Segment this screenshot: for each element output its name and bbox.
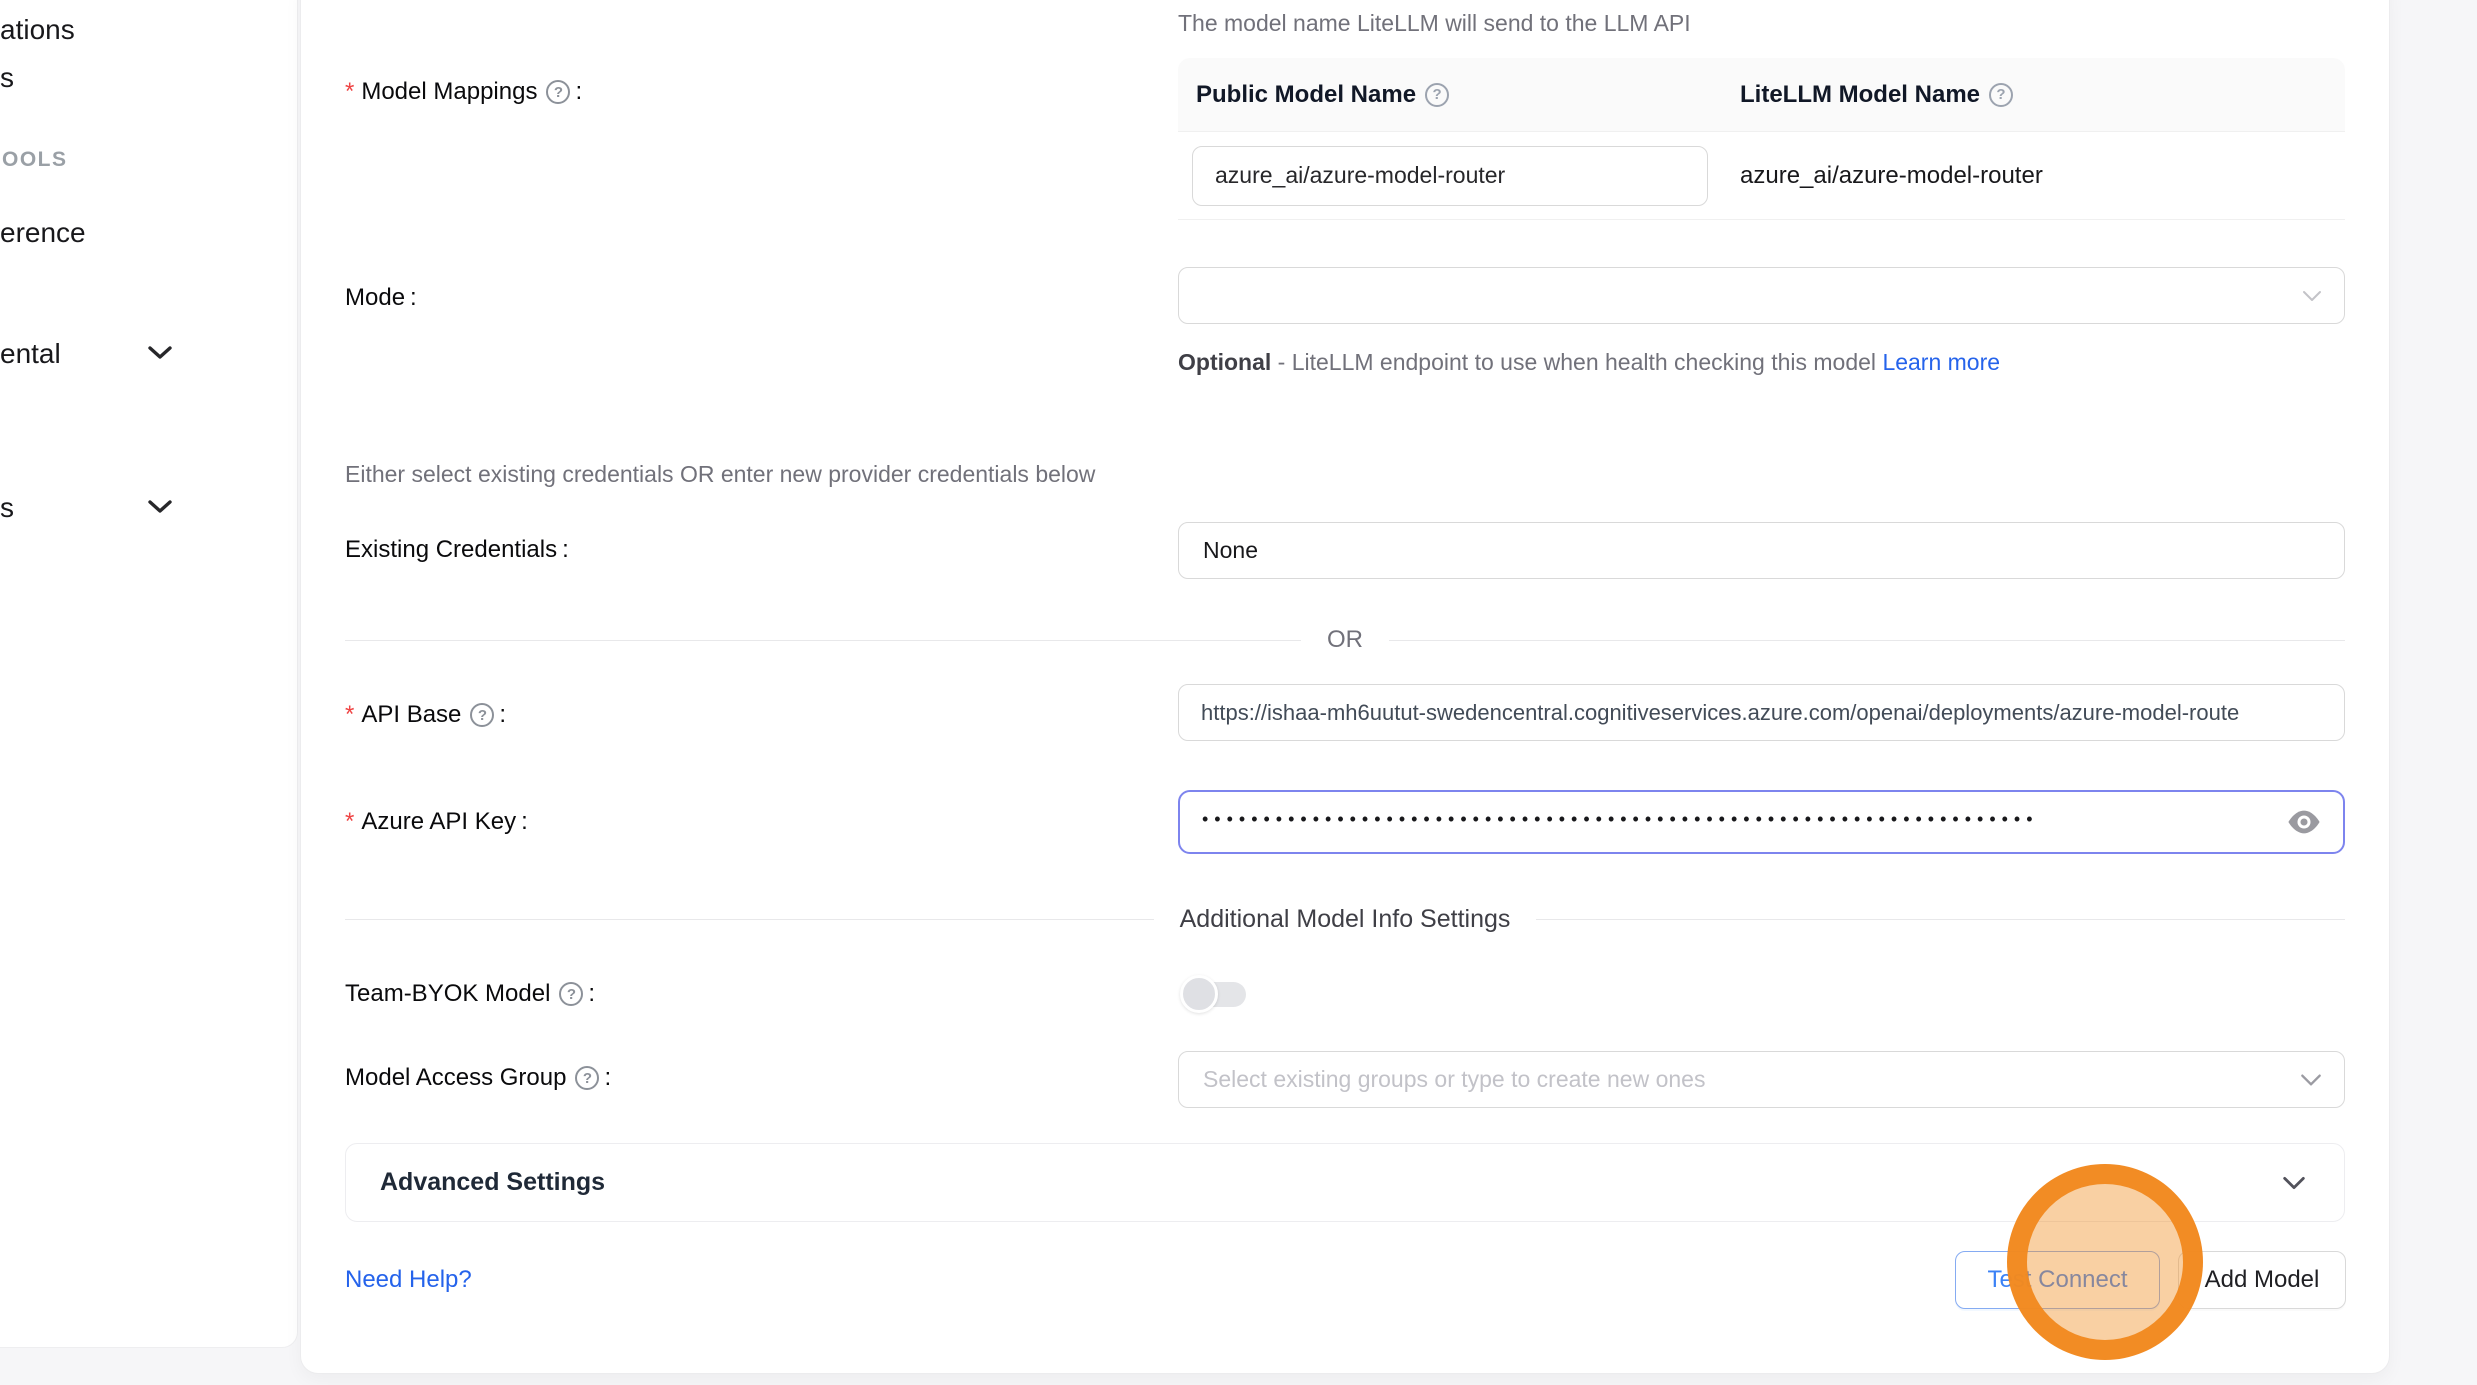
sidebar [0,0,298,1348]
additional-info-divider: Additional Model Info Settings [345,906,2345,932]
or-text: OR [1327,626,1363,654]
api-base-label: * API Base ? : [345,700,506,730]
hint-text: - LiteLLM endpoint to use when health ch… [1271,349,1882,375]
help-icon[interactable]: ? [546,80,570,104]
select-placeholder: Select existing groups or type to create… [1203,1066,1705,1093]
mode-label: Mode : [345,283,417,313]
model-mappings-table: Public Model Name ? LiteLLM Model Name ?… [1178,58,2345,220]
table-header-row: Public Model Name ? LiteLLM Model Name ? [1178,58,2345,132]
label-text: Mode [345,284,405,312]
litellm-model-name-value: azure_ai/azure-model-router [1740,162,2043,190]
label-text: Azure API Key [361,808,516,836]
azure-api-key-label: * Azure API Key : [345,807,528,837]
credentials-note: Either select existing credentials OR en… [345,461,1095,488]
sidebar-item-label: s [0,492,14,524]
label-colon: : [562,536,569,564]
azure-api-key-input[interactable]: ••••••••••••••••••••••••••••••••••••••••… [1178,790,2345,854]
advanced-settings-title: Advanced Settings [380,1168,605,1197]
mode-select[interactable] [1178,267,2345,324]
help-icon[interactable]: ? [559,982,583,1006]
sidebar-item-ations[interactable]: ations [0,14,75,46]
help-icon[interactable]: ? [575,1066,599,1090]
hint-bold-text: Optional [1178,349,1271,375]
chevron-down-icon[interactable] [148,346,172,360]
label-colon: : [410,284,417,312]
required-marker: * [345,701,354,729]
label-colon: : [588,980,595,1008]
sidebar-item-erence[interactable]: erence [0,217,86,249]
required-marker: * [345,78,354,106]
sidebar-item-label: s [0,62,14,94]
button-label: Test Connect [1987,1266,2127,1294]
sidebar-item-label: ental [0,338,61,370]
existing-credentials-select[interactable]: None [1178,522,2345,579]
divider-line [345,919,1154,920]
divider-title: Additional Model Info Settings [1180,905,1511,934]
divider-line [1389,640,2345,641]
label-colon: : [604,1064,611,1092]
model-name-hint: The model name LiteLLM will send to the … [1178,10,1691,37]
divider-line [1536,919,2345,920]
sidebar-item-ental[interactable]: ental [0,338,61,370]
label-text: Model Mappings [361,78,537,106]
or-divider: OR [345,627,2345,653]
select-value: None [1203,537,1258,564]
label-text: Team-BYOK Model [345,980,550,1008]
public-model-name-header: Public Model Name ? [1178,81,1740,109]
chevron-down-icon [2300,1073,2322,1086]
advanced-settings-panel[interactable]: Advanced Settings [345,1143,2345,1222]
label-text: Model Access Group [345,1064,566,1092]
label-colon: : [499,701,506,729]
toggle-knob [1180,975,1218,1013]
input-value: azure_ai/azure-model-router [1215,162,1505,189]
sidebar-item-s-1[interactable]: s [0,62,14,94]
litellm-model-name-header: LiteLLM Model Name ? [1740,81,2013,109]
mode-hint: Optional - LiteLLM endpoint to use when … [1178,342,2023,383]
model-access-group-select[interactable]: Select existing groups or type to create… [1178,1051,2345,1108]
public-model-name-input[interactable]: azure_ai/azure-model-router [1192,146,1708,206]
sidebar-item-label: erence [0,217,86,249]
model-access-group-label: Model Access Group ? : [345,1063,611,1093]
required-marker: * [345,808,354,836]
help-icon[interactable]: ? [1425,83,1449,107]
help-icon[interactable]: ? [470,703,494,727]
api-base-input[interactable]: https://ishaa-mh6uutut-swedencentral.cog… [1178,684,2345,741]
chevron-down-icon [2302,290,2322,302]
header-text: Public Model Name [1196,81,1416,109]
sidebar-item-s-2[interactable]: s [0,492,14,524]
label-text: API Base [361,701,461,729]
help-icon[interactable]: ? [1989,83,2013,107]
divider-line [345,640,1301,641]
table-row: azure_ai/azure-model-router azure_ai/azu… [1178,132,2345,220]
header-text: LiteLLM Model Name [1740,81,1980,109]
learn-more-link[interactable]: Learn more [1882,349,2000,375]
input-value: https://ishaa-mh6uutut-swedencentral.cog… [1201,700,2239,726]
team-byok-toggle[interactable] [1180,975,1248,1013]
button-label: Add Model [2205,1266,2320,1294]
label-colon: : [521,808,528,836]
test-connect-button[interactable]: Test Connect [1955,1251,2160,1309]
add-model-screen: ations s OOLS erence ental s The model n… [0,0,2477,1385]
sidebar-section-label: OOLS [2,148,68,171]
need-help-link[interactable]: Need Help? [345,1266,472,1294]
sidebar-section-tools: OOLS [2,148,68,172]
label-colon: : [575,78,582,106]
chevron-down-icon[interactable] [148,500,172,514]
eye-icon[interactable] [2287,809,2321,835]
sidebar-item-label: ations [0,14,75,46]
team-byok-label: Team-BYOK Model ? : [345,979,595,1009]
masked-password-value: ••••••••••••••••••••••••••••••••••••••••… [1202,809,2287,830]
chevron-down-icon [2282,1176,2306,1190]
label-text: Existing Credentials [345,536,557,564]
model-mappings-label: * Model Mappings ? : [345,77,582,107]
existing-credentials-label: Existing Credentials : [345,535,569,565]
add-model-button[interactable]: Add Model [2178,1251,2346,1309]
